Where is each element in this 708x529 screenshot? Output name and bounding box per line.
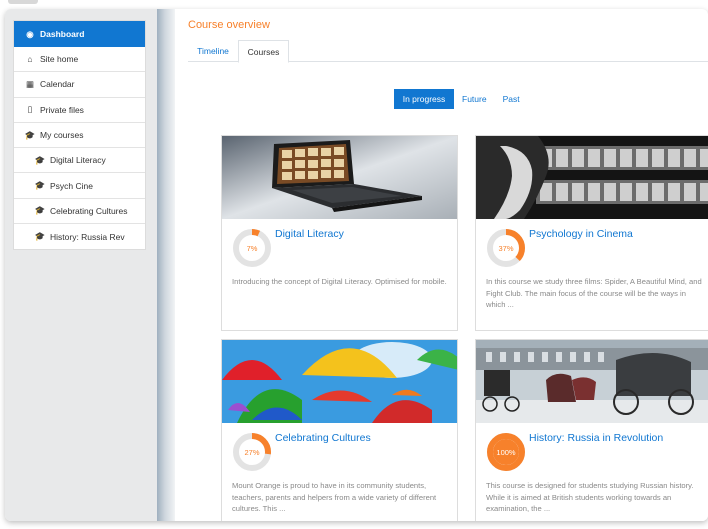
course-description: Introducing the concept of Digital Liter… [232,277,447,286]
course-image-umbrellas[interactable] [222,340,457,423]
sidebar-item-celebrating-cultures[interactable]: 🎓 Celebrating Cultures [14,199,145,225]
sidebar-item-label: Private files [40,104,84,115]
progress-percent: 100% [496,447,516,457]
sidebar-item-history-russia[interactable]: 🎓 History: Russia Rev [14,224,145,249]
tab-timeline[interactable]: Timeline [188,40,238,62]
sidebar-item-private-files[interactable]: ▯ Private files [14,98,145,123]
sidebar-item-label: Digital Literacy [50,155,106,166]
sidebar: ◉ Dashboard ⌂ Site home ▦ Calendar ▯ Pri… [5,9,162,521]
sidebar-item-label: Dashboard [40,29,85,39]
course-card-psychology-in-cinema[interactable]: 37% Psychology in Cinema In this course … [475,135,708,331]
sidebar-item-calendar[interactable]: ▦ Calendar [14,72,145,98]
progress-percent: 27% [244,447,260,457]
tab-courses[interactable]: Courses [238,40,289,63]
calendar-icon: ▦ [25,78,35,89]
course-title[interactable]: Digital Literacy [275,228,344,240]
sidebar-item-psych-cine[interactable]: 🎓 Psych Cine [14,173,145,199]
laptop-illustration [222,136,457,219]
course-title[interactable]: Celebrating Cultures [275,432,371,444]
graduation-cap-icon: 🎓 [34,231,46,242]
course-title[interactable]: History: Russia in Revolution [529,432,663,444]
graduation-cap-icon: 🎓 [24,129,36,140]
filter-past[interactable]: Past [495,89,528,109]
progress-ring: 27% [232,432,272,472]
page-title: Course overview [188,19,270,31]
progress-ring: 100% [486,432,526,472]
file-icon: ▯ [27,104,33,115]
course-description: Mount Orange is proud to have in its com… [232,481,437,513]
sidebar-item-digital-literacy[interactable]: 🎓 Digital Literacy [14,148,145,174]
dashboard-icon: ◉ [26,28,34,39]
filter-in-progress[interactable]: In progress [394,89,454,109]
home-icon: ⌂ [27,54,33,65]
sidebar-item-label: My courses [40,130,84,141]
umbrellas-illustration [222,340,457,423]
app-window: ◉ Dashboard ⌂ Site home ▦ Calendar ▯ Pri… [5,9,708,521]
sidebar-item-my-courses[interactable]: 🎓 My courses [14,123,145,149]
progress-percent: 7% [246,243,258,253]
graduation-cap-icon: 🎓 [34,154,46,165]
course-description: In this course we study three films: Spi… [486,277,702,309]
course-card-digital-literacy[interactable]: 7% Digital Literacy Introducing the conc… [221,135,458,331]
sidebar-item-label: Site home [40,54,79,65]
progress-ring: 7% [232,228,272,268]
sidebar-item-dashboard[interactable]: ◉ Dashboard [14,21,145,47]
course-title[interactable]: Psychology in Cinema [529,228,633,240]
sidebar-item-label: Celebrating Cultures [50,205,128,216]
course-description: This course is designed for students stu… [486,481,694,513]
graduation-cap-icon: 🎓 [34,180,46,191]
progress-percent: 37% [498,243,514,253]
window-tab-stub [8,0,38,4]
course-image-film-strip[interactable] [476,136,708,219]
course-image-laptop[interactable] [222,136,457,219]
main-content: Course overview Timeline Courses In prog… [177,9,708,521]
course-image-carriages[interactable] [476,340,708,423]
sidebar-nav: ◉ Dashboard ⌂ Site home ▦ Calendar ▯ Pri… [13,20,146,251]
course-overview-tabs: Timeline Courses [188,40,708,63]
filter-future[interactable]: Future [454,89,495,109]
carriages-illustration [476,340,708,423]
film-strip-illustration [476,136,708,219]
course-filter-group: In progress Future Past [394,89,528,109]
course-card-celebrating-cultures[interactable]: 27% Celebrating Cultures Mount Orange is… [221,339,458,521]
sidebar-divider [157,9,175,521]
course-card-history-russia[interactable]: 100% History: Russia in Revolution This … [475,339,708,521]
progress-ring: 37% [486,228,526,268]
graduation-cap-icon: 🎓 [34,205,46,216]
sidebar-item-label: History: Russia Rev [50,231,125,242]
sidebar-item-site-home[interactable]: ⌂ Site home [14,47,145,73]
sidebar-item-label: Calendar [40,79,75,90]
sidebar-item-label: Psych Cine [50,180,93,191]
